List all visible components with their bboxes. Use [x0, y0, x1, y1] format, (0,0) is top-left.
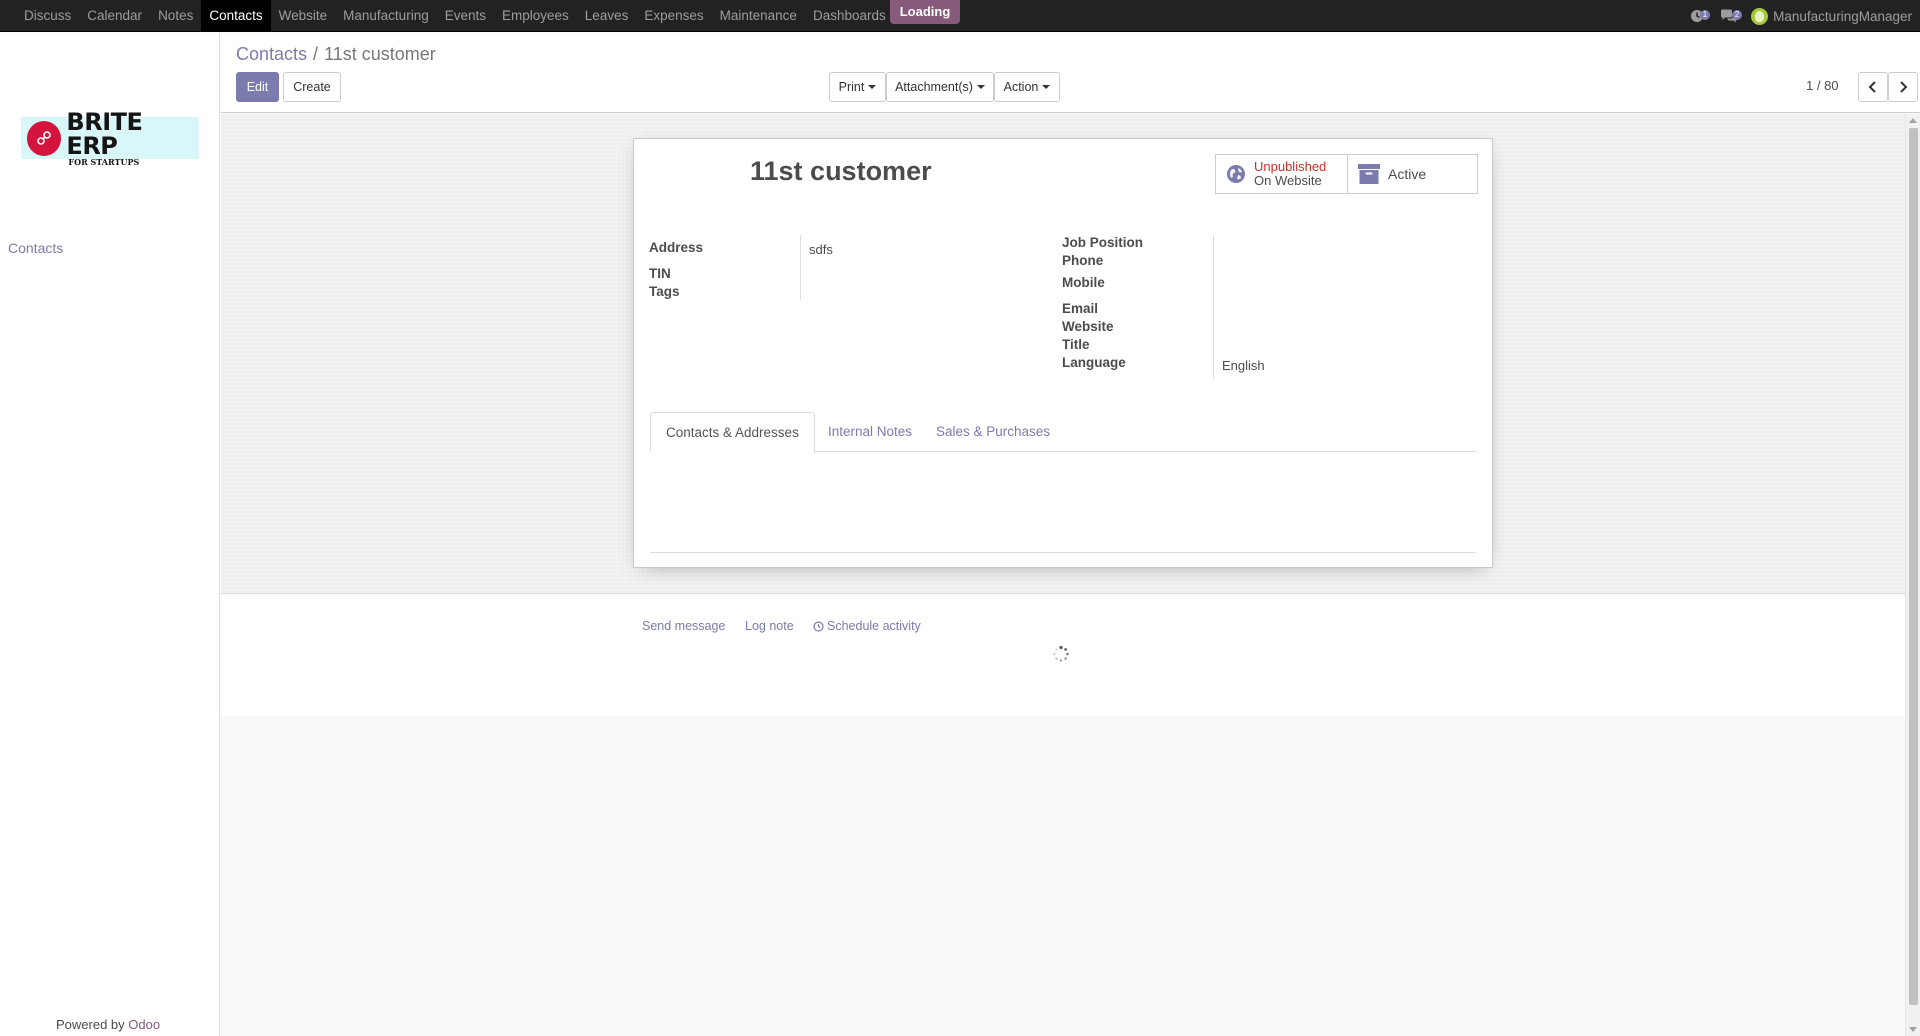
- user-avatar: [1751, 7, 1769, 25]
- create-button[interactable]: Create: [283, 72, 341, 102]
- smart-button-box: Unpublished On Website Active: [1215, 154, 1478, 194]
- website-publish-button[interactable]: Unpublished On Website: [1216, 155, 1347, 193]
- menu-contacts[interactable]: Contacts: [201, 0, 271, 32]
- control-panel: Contacts / 11st customer Edit Create Pri…: [221, 33, 1920, 113]
- language-label: Language: [1062, 355, 1126, 370]
- send-message-button[interactable]: Send message: [642, 619, 725, 633]
- company-logo[interactable]: BRITE ERP FOR STARTUPS: [21, 110, 199, 166]
- address-value[interactable]: sdfs: [809, 242, 833, 257]
- chevron-left-icon: [1868, 81, 1876, 93]
- form-sheet: 11st customer Unpublished On Website Act…: [633, 138, 1493, 568]
- schedule-activity-button[interactable]: Schedule activity: [813, 619, 921, 633]
- website-status: Unpublished: [1254, 159, 1327, 174]
- scroll-up-icon[interactable]: [1909, 118, 1917, 123]
- tab-sales-purchases[interactable]: Sales & Purchases: [921, 412, 1065, 452]
- user-name: ManufacturingManager: [1773, 8, 1912, 24]
- form-view-area: 11st customer Unpublished On Website Act…: [221, 114, 1905, 594]
- attachments-label: Attachment(s): [895, 80, 973, 94]
- active-toggle-button[interactable]: Active: [1347, 155, 1477, 193]
- field-divider: [800, 235, 801, 300]
- user-menu[interactable]: ManufacturingManager: [1751, 7, 1912, 25]
- messages-menu-button[interactable]: 2: [1719, 8, 1743, 24]
- field-divider: [1213, 235, 1214, 379]
- clock-icon: [813, 620, 824, 632]
- action-dropdown-button[interactable]: Action: [994, 72, 1060, 102]
- print-label: Print: [838, 80, 865, 94]
- breadcrumb-current: 11st customer: [324, 44, 436, 64]
- top-navbar: Discuss Calendar Notes Contacts Website …: [0, 0, 1920, 32]
- log-note-button[interactable]: Log note: [745, 619, 794, 633]
- chatter: Send message Log note Schedule activity: [221, 595, 1905, 716]
- caret-down-icon: [868, 85, 877, 89]
- loading-indicator: Loading: [890, 0, 960, 24]
- edit-button[interactable]: Edit: [236, 72, 279, 102]
- globe-icon: [1227, 165, 1245, 183]
- tab-content-divider: [650, 552, 1476, 553]
- pager-next-button[interactable]: [1888, 72, 1918, 102]
- sidebar-item-contacts[interactable]: Contacts: [8, 240, 63, 256]
- menu-notes[interactable]: Notes: [150, 0, 201, 32]
- website-label: On Website: [1254, 173, 1322, 188]
- menu-employees[interactable]: Employees: [494, 0, 577, 32]
- language-value[interactable]: English: [1222, 358, 1265, 373]
- chevron-right-icon: [1900, 81, 1908, 93]
- scroll-down-icon[interactable]: [1909, 1027, 1917, 1032]
- scroll-thumb[interactable]: [1909, 128, 1918, 1005]
- menu-discuss[interactable]: Discuss: [16, 0, 79, 32]
- breadcrumb: Contacts / 11st customer: [236, 44, 436, 65]
- activity-count-badge: 1: [1699, 10, 1711, 20]
- logo-emblem-icon: [27, 120, 62, 156]
- breadcrumb-separator: /: [313, 44, 319, 64]
- systray: 1 2 ManufacturingManager: [1687, 0, 1912, 32]
- tags-label: Tags: [649, 284, 680, 299]
- menu-calendar[interactable]: Calendar: [79, 0, 150, 32]
- job-position-label: Job Position: [1062, 235, 1143, 250]
- pager-value[interactable]: 1 / 80: [1806, 78, 1839, 93]
- notebook-tabs: Contacts & Addresses Internal Notes Sale…: [650, 412, 1476, 453]
- phone-label: Phone: [1062, 253, 1104, 268]
- archive-icon: [1358, 164, 1380, 184]
- mobile-label: Mobile: [1062, 275, 1105, 290]
- tab-internal-notes[interactable]: Internal Notes: [813, 412, 927, 452]
- title-label: Title: [1062, 337, 1090, 352]
- spinner-icon: [1053, 645, 1069, 662]
- logo-subtitle: FOR STARTUPS: [68, 157, 140, 167]
- email-label: Email: [1062, 301, 1099, 316]
- caret-down-icon: [976, 85, 985, 89]
- activity-menu-button[interactable]: 1: [1687, 8, 1711, 24]
- odoo-link[interactable]: Odoo: [128, 1017, 160, 1032]
- menu-maintenance[interactable]: Maintenance: [712, 0, 805, 32]
- active-label: Active: [1388, 166, 1427, 182]
- breadcrumb-contacts-link[interactable]: Contacts: [236, 44, 307, 65]
- attachments-dropdown-button[interactable]: Attachment(s): [886, 72, 994, 102]
- menu-manufacturing[interactable]: Manufacturing: [335, 0, 437, 32]
- menu-dashboards[interactable]: Dashboards: [805, 0, 894, 32]
- menu-events[interactable]: Events: [437, 0, 494, 32]
- app-menu: Discuss Calendar Notes Contacts Website …: [0, 0, 894, 32]
- record-name: 11st customer: [750, 156, 932, 186]
- menu-website[interactable]: Website: [271, 0, 336, 32]
- tin-label: TIN: [649, 266, 671, 281]
- menu-expenses[interactable]: Expenses: [636, 0, 711, 32]
- messages-count-badge: 2: [1731, 10, 1743, 20]
- pager-previous-button[interactable]: [1858, 72, 1888, 102]
- action-label: Action: [1003, 80, 1039, 94]
- menu-leaves[interactable]: Leaves: [577, 0, 637, 32]
- powered-by-label: Powered by: [56, 1017, 125, 1032]
- website-field-label: Website: [1062, 319, 1114, 334]
- vertical-scrollbar[interactable]: [1905, 114, 1920, 1036]
- tab-contacts-addresses[interactable]: Contacts & Addresses: [650, 412, 815, 453]
- sidebar: BRITE ERP FOR STARTUPS Contacts Powered …: [0, 33, 220, 1036]
- powered-by: Powered by Odoo: [56, 1017, 160, 1032]
- caret-down-icon: [1042, 85, 1051, 89]
- print-dropdown-button[interactable]: Print: [829, 72, 886, 102]
- address-label: Address: [649, 240, 704, 255]
- schedule-activity-label: Schedule activity: [827, 619, 921, 633]
- logo-title: BRITE ERP: [66, 108, 143, 160]
